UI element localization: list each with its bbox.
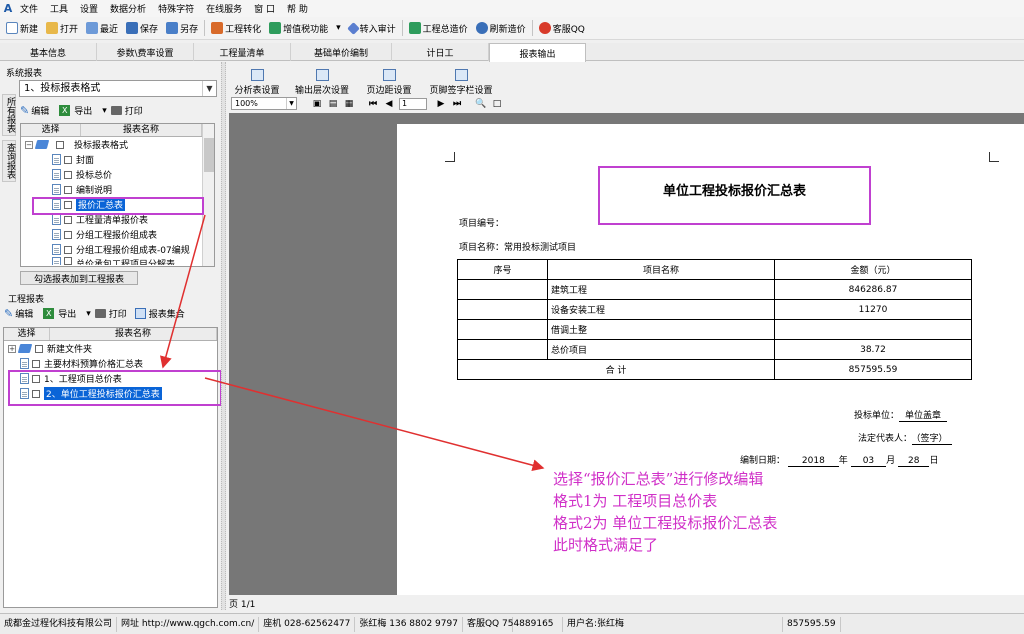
status-total: 857595.59 xyxy=(783,616,841,632)
status-user: 用户名:张红梅 xyxy=(563,616,783,632)
status-company: 成都金过程化科技有限公司 xyxy=(0,616,118,632)
annotation-arrows xyxy=(160,214,545,472)
status-phone: 座机 028-62562477 xyxy=(259,616,356,632)
arrow xyxy=(160,214,206,369)
status-spacer xyxy=(513,616,563,632)
page-indicator: 页 1/1 xyxy=(229,600,256,610)
status-contact: 张红梅 136 8802 9797 xyxy=(355,616,463,632)
arrow xyxy=(204,377,545,472)
status-bar: 成都金过程化科技有限公司 网址 http://www.qgch.com.cn/ … xyxy=(0,613,1024,634)
status-website: 网址 http://www.qgch.com.cn/ xyxy=(117,616,260,632)
status-qq: 客服QQ 754889165 xyxy=(463,616,554,632)
